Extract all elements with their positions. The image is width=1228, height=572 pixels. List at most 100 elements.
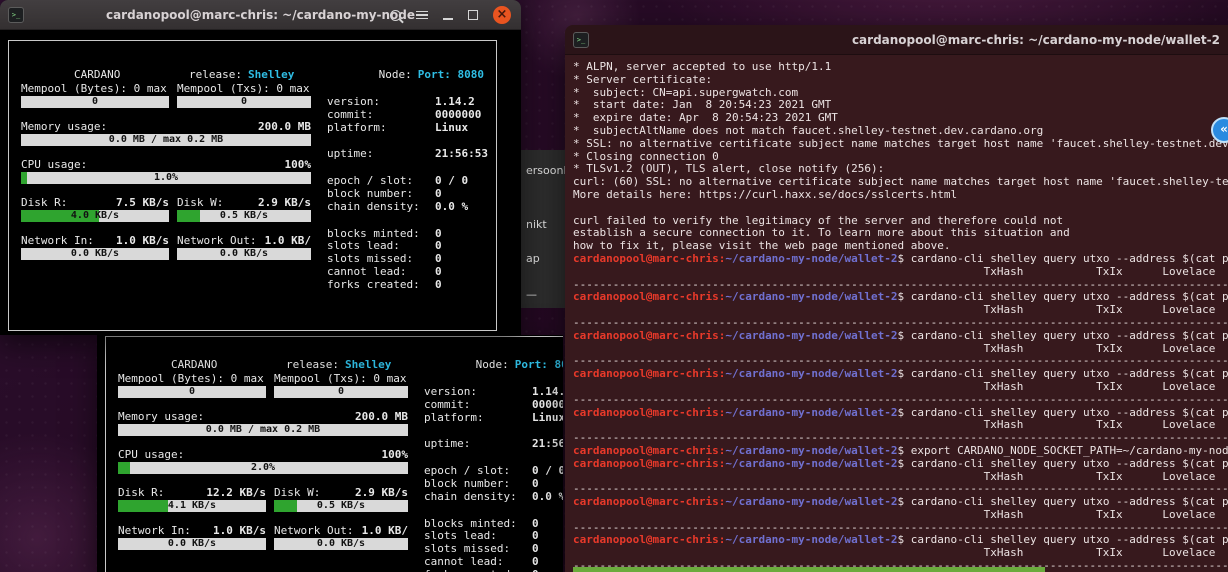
bar-value: 1.0% [153,172,179,183]
terminal-window-wallet[interactable]: >_ cardanopool@marc-chris: ~/cardano-my-… [565,25,1228,572]
node-stats-column: version:1.14.2commit:0000000platform:Lin… [327,95,488,306]
node-port-value: Port: 8080 [417,68,484,81]
stat-row: platform: Linux [327,120,469,134]
mempool-bytes-bar: 0 [21,96,169,108]
stat-row: commit:0000000 [327,107,482,121]
network-out-label: Network Out: [274,524,354,537]
bar-value: 0.0 MB / max 0.2 MB [108,134,224,145]
release-label: release: [285,358,339,371]
minimize-icon[interactable] [443,18,453,20]
bar-value: 0.0 KB/s [219,248,269,259]
disk-read-max: 7.5 KB/s [116,196,169,209]
bar-value: 4.0 KB/s [70,210,120,221]
memory-label: Memory usage: [118,410,205,423]
bar-value: 0.5 KB/s [316,500,366,511]
disk-read-label: Disk R: [118,486,165,499]
fragment-text: — [526,288,537,301]
cpu-label: CPU usage: [21,158,88,171]
network-out-bar: 0.0 KB/s [177,248,311,260]
dashboard-header-left: CARDANO release: Shelley [118,345,391,371]
cpu-meter: CPU usage: 100% 2.0% [118,449,408,474]
network-out-max: 1.0 KB/ [264,234,311,247]
mempool-txs-label: Mempool (Txs): 0 max [177,82,310,95]
dashboard-header-right: Node: Port: 8080 [423,345,563,371]
disk-read-meter: Disk R: 12.2 KB/s 4.1 KB/s [118,487,266,512]
mempool-txs-bar: 0 [274,386,408,398]
release-label: release: [188,68,242,81]
network-in-label: Network In: [21,234,94,247]
disk-write-label: Disk W: [274,486,321,499]
network-out-bar: 0.0 KB/s [274,538,408,550]
search-icon[interactable] [390,9,401,21]
disk-read-bar: 4.0 KB/s [21,210,169,222]
mempool-txs-meter: Mempool (Txs): 0 max 0 [177,83,311,108]
cardano-liveview-dashboard: CARDANO release: Shelley Node: Port: 8080 M… [8,40,497,331]
stat-row: platform: Linux [424,410,563,424]
mempool-txs-meter: Mempool (Txs): 0 max 0 [274,373,408,398]
network-in-label: Network In: [118,524,191,537]
disk-write-meter: Disk W: 2.9 KB/s 0.5 KB/s [274,487,408,512]
network-out-meter: Network Out: 1.0 KB/ 0.0 KB/s [177,235,311,260]
bar-value: 0.0 MB / max 0.2 MB [205,424,321,435]
terminal-window-node-2[interactable]: CARDANO release: Shelley Node: Port: 8080 M… [97,335,563,572]
meters-column: Mempool (Bytes): 0 max 0 Mempool (Txs): … [118,373,408,572]
fragment-text: ap [526,252,540,265]
stat-row: version:1.14.2 [327,95,475,108]
dashboard-body: Mempool (Bytes): 0 max 0 Mempool (Txs): … [21,82,488,306]
disk-read-bar: 4.1 KB/s [118,500,266,512]
bar-value: 0 [337,386,345,397]
terminal-window-node-1[interactable]: >_ cardanopool@marc-chris: ~/cardano-my-… [0,0,521,335]
cpu-bar: 1.0% [21,172,311,184]
maximize-icon[interactable] [468,10,478,20]
network-in-bar: 0.0 KB/s [118,538,266,550]
terminal-content[interactable]: * ALPN, server accepted to use http/1.1 *… [565,55,1228,572]
memory-meter: Memory usage: 200.0 MB 0.0 MB / max 0.2 … [21,121,311,146]
network-in-max: 1.0 KB/s [213,524,266,537]
partial-highlighted-line [573,567,1045,572]
mempool-bytes-meter: Mempool (Bytes): 0 max 0 [118,373,266,398]
network-in-bar: 0.0 KB/s [21,248,169,260]
menu-icon[interactable] [416,10,428,20]
disk-write-meter: Disk W: 2.9 KB/s 0.5 KB/s [177,197,311,222]
disk-write-bar: 0.5 KB/s [177,210,311,222]
terminal-app-icon: >_ [8,7,24,23]
stat-row: chain density: 0.0 % [327,199,469,213]
disk-write-bar: 0.5 KB/s [274,500,408,512]
stat-row: commit:0000000 [424,397,563,411]
stat-row: cannot lead: 0 [327,264,442,278]
terminal-content[interactable]: CARDANO release: Shelley Node: Port: 8080 M… [0,30,521,335]
bar-value: 0.0 KB/s [167,538,217,549]
cpu-max: 100% [284,158,312,171]
stat-row: block number: 0 [424,476,539,490]
network-out-label: Network Out: [177,234,257,247]
titlebar[interactable]: >_ cardanopool@marc-chris: ~/cardano-my-… [565,25,1228,55]
background-window-fragment[interactable]: ersoonlij nikt ap — [521,150,565,308]
disk-write-label: Disk W: [177,196,224,209]
memory-max: 200.0 MB [258,120,311,133]
dashboard-body: Mempool (Bytes): 0 max 0 Mempool (Txs): … [118,373,563,572]
node-label: Node: [475,358,509,371]
app-name: CARDANO [170,358,218,371]
memory-label: Memory usage: [21,120,108,133]
bar-value: 4.1 KB/s [167,500,217,511]
titlebar[interactable]: >_ cardanopool@marc-chris: ~/cardano-my-… [0,0,521,30]
disk-read-max: 12.2 KB/s [206,486,266,499]
node-stats-column: version:1.14.2commit:0000000platform:Lin… [424,385,563,572]
cpu-label: CPU usage: [118,448,185,461]
cardano-liveview-1: CARDANO release: Shelley Node: Port: 8080 M… [8,40,521,331]
disk-read-meter: Disk R: 7.5 KB/s 4.0 KB/s [21,197,169,222]
disk-read-label: Disk R: [21,196,68,209]
stat-row: uptime:21:56:53 [424,437,563,451]
dashboard-header: CARDANO release: Shelley Node: Port: 8080 [21,55,484,81]
terminal-output: * ALPN, server accepted to use http/1.1 *… [573,60,1228,572]
terminal-line: More details here: https://curl.haxx.se/… [573,187,958,201]
memory-bar: 0.0 MB / max 0.2 MB [118,424,408,436]
cardano-liveview-dashboard: CARDANO release: Shelley Node: Port: 8080 M… [105,336,563,572]
close-icon[interactable]: × [493,6,511,24]
chevrons-icon: « [1220,122,1228,136]
bar-value: 0 [91,96,99,107]
cpu-meter: CPU usage: 100% 1.0% [21,159,311,184]
mempool-bytes-label: Mempool (Bytes): 0 max [21,82,167,95]
cpu-max: 100% [381,448,409,461]
window-title: cardanopool@marc-chris: ~/cardano-my-nod… [105,8,416,22]
